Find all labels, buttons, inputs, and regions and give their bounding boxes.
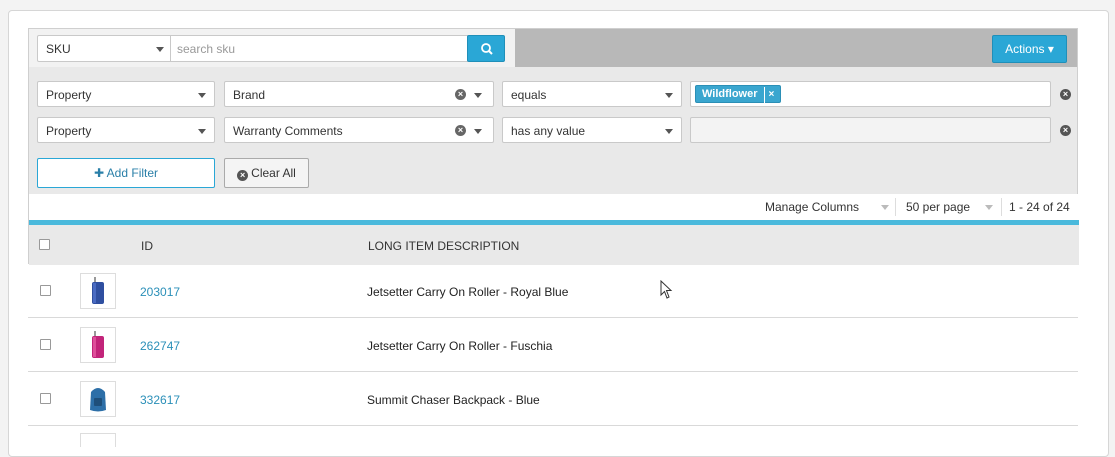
filter-1-operator-select[interactable]: equals	[502, 81, 682, 107]
manage-columns-button[interactable]: Manage Columns	[765, 194, 859, 220]
search-button[interactable]	[467, 35, 505, 62]
divider	[895, 198, 896, 216]
clear-icon[interactable]: ×	[455, 125, 466, 136]
search-icon	[481, 43, 493, 55]
product-thumbnail	[80, 273, 116, 309]
chevron-down-icon	[198, 129, 206, 134]
filter-2-field-select[interactable]: Warranty Comments ×	[224, 117, 494, 143]
table-row[interactable]: 332617 Summit Chaser Backpack - Blue	[28, 373, 1078, 426]
column-header-id[interactable]: ID	[141, 239, 153, 253]
suitcase-icon	[92, 331, 104, 358]
suitcase-icon	[92, 277, 104, 304]
pagination-range: 1 - 24 of 24	[1009, 200, 1070, 214]
row-checkbox[interactable]	[40, 285, 51, 296]
chevron-down-icon	[474, 93, 482, 98]
chevron-down-icon	[665, 93, 673, 98]
filter-2-type-value: Property	[46, 124, 92, 138]
product-thumbnail	[80, 327, 116, 363]
search-field-select[interactable]: SKU	[37, 35, 171, 62]
table-row[interactable]: 203017 Jetsetter Carry On Roller - Royal…	[28, 265, 1078, 318]
filter-2-value-input[interactable]	[690, 117, 1051, 143]
search-field-value: SKU	[46, 42, 71, 56]
row-id-link[interactable]: 332617	[140, 393, 180, 407]
row-description: Jetsetter Carry On Roller - Royal Blue	[367, 285, 569, 299]
filter-panel: SKU search sku Actions ▾ Property Brand …	[28, 28, 1079, 265]
chip-remove-icon[interactable]: ×	[763, 87, 774, 103]
per-page-select[interactable]: 50 per page	[906, 194, 970, 220]
row-checkbox[interactable]	[40, 339, 51, 350]
filter-1-field-select[interactable]: Brand ×	[224, 81, 494, 107]
table-header: ID LONG ITEM DESCRIPTION	[29, 225, 1079, 265]
add-filter-button[interactable]: ✚ Add Filter	[37, 158, 215, 188]
chevron-down-icon	[156, 47, 164, 52]
row-checkbox[interactable]	[40, 393, 51, 404]
search-input[interactable]: search sku	[170, 35, 468, 62]
filter-1-field-value: Brand	[233, 88, 266, 102]
column-header-description[interactable]: LONG ITEM DESCRIPTION	[368, 239, 519, 253]
product-thumbnail	[80, 433, 116, 447]
filter-2-operator-select[interactable]: has any value	[502, 117, 682, 143]
mouse-cursor-icon	[660, 280, 673, 299]
filter-1-value-input[interactable]: Wildflower ×	[690, 81, 1051, 107]
clear-all-button[interactable]: × Clear All	[224, 158, 309, 188]
divider	[1001, 198, 1002, 216]
remove-filter-1-icon[interactable]: ×	[1060, 89, 1071, 100]
filter-1-operator-value: equals	[511, 88, 547, 102]
row-id-link[interactable]: 203017	[140, 285, 180, 299]
backpack-icon	[90, 388, 106, 412]
toolbar-strip: Actions ▾	[515, 29, 1077, 67]
clear-icon[interactable]: ×	[455, 89, 466, 100]
clear-all-label: Clear All	[251, 166, 296, 180]
clear-icon: ×	[237, 170, 249, 181]
search-bar: SKU search sku	[29, 29, 515, 67]
chip-label: Wildflower	[702, 88, 758, 100]
chevron-down-icon	[881, 205, 889, 210]
chevron-down-icon	[665, 129, 673, 134]
chevron-down-icon	[474, 129, 482, 134]
row-id-link[interactable]: 262747	[140, 339, 180, 353]
row-description: Summit Chaser Backpack - Blue	[367, 393, 540, 407]
filter-2-operator-value: has any value	[511, 124, 586, 138]
chevron-down-icon	[985, 205, 993, 210]
chevron-down-icon	[198, 93, 206, 98]
filter-2-field-value: Warranty Comments	[233, 124, 343, 138]
filter-value-chip: Wildflower ×	[695, 85, 782, 103]
actions-button[interactable]: Actions ▾	[992, 35, 1067, 63]
remove-filter-2-icon[interactable]: ×	[1060, 125, 1071, 136]
filter-1-type-select[interactable]: Property	[37, 81, 215, 107]
filter-1-type-value: Property	[46, 88, 92, 102]
table-row[interactable]	[28, 427, 1078, 447]
row-description: Jetsetter Carry On Roller - Fuschia	[367, 339, 553, 353]
select-all-checkbox[interactable]	[39, 239, 50, 250]
search-placeholder: search sku	[177, 42, 236, 56]
table-row[interactable]: 262747 Jetsetter Carry On Roller - Fusch…	[28, 319, 1078, 372]
filter-2-type-select[interactable]: Property	[37, 117, 215, 143]
pager-bar: Manage Columns 50 per page 1 - 24 of 24	[29, 194, 1079, 220]
product-thumbnail	[80, 381, 116, 417]
